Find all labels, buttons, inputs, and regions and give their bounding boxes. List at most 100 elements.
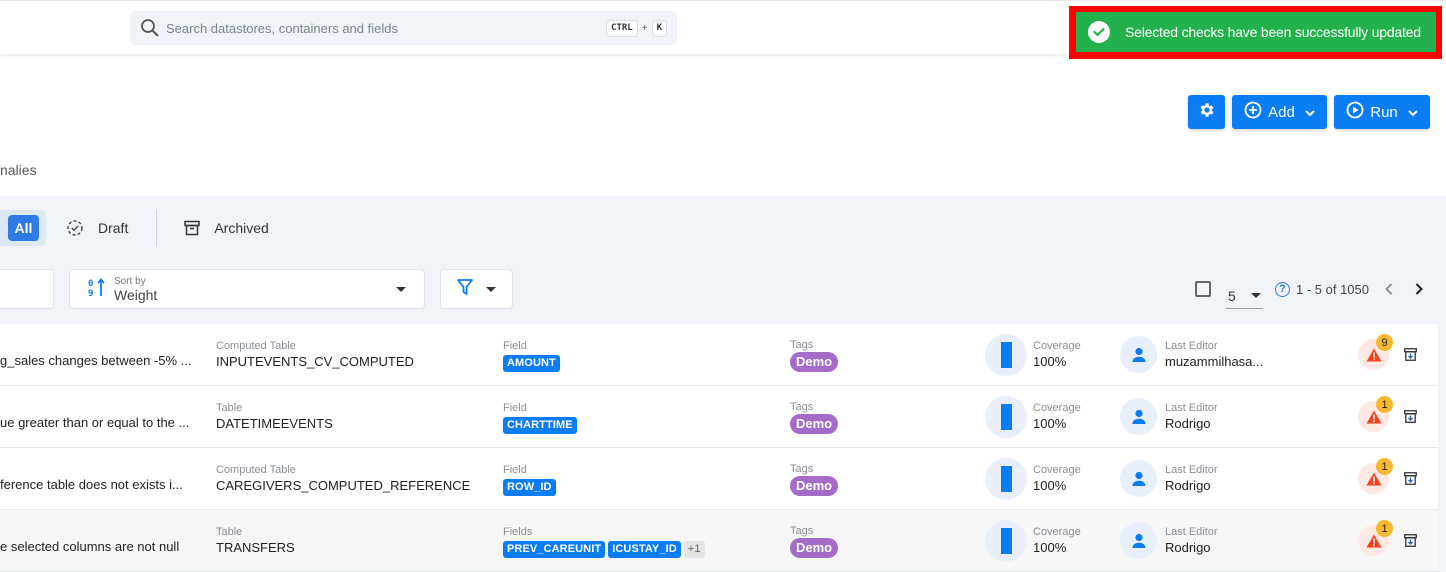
tags-label: Tags [790,463,814,475]
action-buttons: Add Run [1188,95,1430,129]
settings-button[interactable] [1188,95,1225,129]
archive-icon [1404,410,1417,423]
anomaly-count-badge: 1 [1376,520,1393,537]
field-chip[interactable]: PREV_CAREUNIT [503,540,606,558]
container-label: Table [216,402,243,414]
anomaly-count-badge: 1 [1376,458,1393,475]
shortcut-key-ctrl: CTRL [606,19,638,37]
check-row[interactable]: g_sales changes between -5% ... Computed… [0,324,1438,386]
caret-down-icon [396,287,406,292]
archive-icon [1404,534,1417,547]
container-name[interactable]: INPUTEVENTS_CV_COMPUTED [216,353,414,371]
checks-panel: All Draft Archived 09 Sort by Weight 5 ?… [0,196,1446,572]
plus-circle-icon [1244,101,1262,123]
archive-button[interactable] [1404,348,1417,366]
coverage-cell: Coverage 100% [1033,448,1081,510]
fields-label: Fields [503,525,533,538]
shortcut-key-k: K [651,19,667,37]
tab-draft[interactable]: Draft [66,210,158,246]
fields-label: Field [503,463,527,476]
check-row[interactable]: ference table does not exists i... Compu… [0,448,1438,510]
tags-label: Tags [790,525,814,537]
fields-cell: Field ROW_ID [503,448,556,510]
caret-down-icon [1251,293,1261,298]
archive-icon [1404,348,1417,361]
container-name[interactable]: CAREGIVERS_COMPUTED_REFERENCE [216,477,470,495]
editor-label: Last Editor [1165,464,1218,476]
chevron-left-icon [1385,283,1393,295]
chevron-down-icon [1408,104,1418,121]
caret-down-icon [486,286,496,292]
coverage-label: Coverage [1033,464,1081,476]
container-label: Computed Table [216,340,296,352]
field-chips: PREV_CAREUNIT ICUSTAY_ID +1 [503,540,705,558]
checks-search-input[interactable] [0,269,54,309]
fields-cell: Field CHARTTIME [503,386,577,448]
next-page-button[interactable] [1415,283,1423,295]
check-row[interactable]: e selected columns are not null Table TR… [0,510,1438,572]
help-icon[interactable]: ? [1275,281,1290,297]
more-fields-chip[interactable]: +1 [683,540,705,558]
tab-all[interactable]: All [0,210,46,246]
tag-badge[interactable]: Demo [790,476,839,496]
container-label: Computed Table [216,464,296,476]
editor-cell: Last Editor muzammilhasa... [1165,324,1263,386]
coverage-icon [985,520,1027,562]
container-name[interactable]: TRANSFERS [216,539,295,557]
archive-button[interactable] [1404,534,1417,552]
draft-icon [66,219,84,237]
shortcut-plus: + [641,22,648,34]
check-description: e selected columns are not null [0,538,180,554]
tab-archived[interactable]: Archived [184,210,269,246]
archive-button[interactable] [1404,410,1417,428]
field-chip[interactable]: AMOUNT [503,354,560,372]
tab-archived-label: Archived [214,220,269,236]
coverage-icon [985,334,1027,376]
filter-icon [456,278,474,301]
tags-label: Tags [790,401,814,413]
user-avatar-icon [1120,460,1157,497]
fields-cell: Fields PREV_CAREUNIT ICUSTAY_ID +1 [503,510,705,572]
fields-cell: Field AMOUNT [503,324,560,386]
editor-name: Rodrigo [1165,478,1211,493]
coverage-label: Coverage [1033,340,1081,352]
add-button[interactable]: Add [1232,95,1327,129]
editor-label: Last Editor [1165,402,1218,414]
sort-by-select[interactable]: 09 Sort by Weight [69,269,425,309]
global-search[interactable]: Search datastores, containers and fields… [130,11,677,45]
tag-badge[interactable]: Demo [790,538,839,558]
prev-page-button[interactable] [1385,283,1393,295]
check-description: ue greater than or equal to the ... [0,414,190,430]
select-all-checkbox[interactable] [1195,281,1211,297]
tab-anomalies[interactable]: nalies [0,162,37,178]
status-tabs: All Draft Archived [0,210,269,246]
field-chip[interactable]: CHARTTIME [503,416,577,434]
chevron-right-icon [1415,283,1423,295]
tag-badge[interactable]: Demo [790,414,839,434]
anomaly-count-badge: 1 [1376,396,1393,413]
success-toast: Selected checks have been successfully u… [1076,12,1436,52]
coverage-icon [985,396,1027,438]
tags-cell: Tags Demo [790,324,839,386]
archive-button[interactable] [1404,472,1417,490]
check-row[interactable]: ue greater than or equal to the ... Tabl… [0,386,1438,448]
coverage-value: 100% [1033,416,1067,431]
tags-label: Tags [790,339,814,351]
tab-draft-label: Draft [98,220,129,236]
container-cell: Table TRANSFERS [216,510,295,572]
field-chip[interactable]: ICUSTAY_ID [608,540,681,558]
per-page-select[interactable]: 5 [1226,283,1263,309]
filter-button[interactable] [440,269,513,309]
container-name[interactable]: DATETIMEEVENTS [216,415,333,433]
tags-cell: Tags Demo [790,448,839,510]
editor-label: Last Editor [1165,526,1218,538]
editor-cell: Last Editor Rodrigo [1165,386,1218,448]
tab-all-label: All [8,215,39,241]
search-placeholder[interactable]: Search datastores, containers and fields [166,21,606,36]
check-description: ference table does not exists i... [0,476,183,492]
field-chip[interactable]: ROW_ID [503,478,556,496]
tag-badge[interactable]: Demo [790,352,839,372]
field-chips: ROW_ID [503,478,556,496]
run-button[interactable]: Run [1334,95,1430,129]
editor-name: muzammilhasa... [1165,354,1264,369]
